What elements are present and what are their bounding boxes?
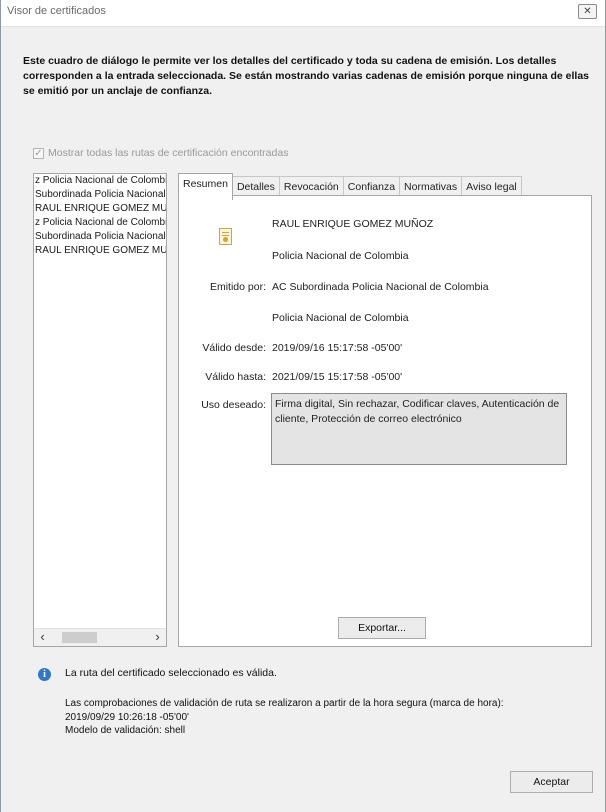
path-status-message: La ruta del certificado seleccionado es … [65,667,277,679]
tree-item[interactable]: z Policia Nacional de Colombia [34,216,166,230]
valid-from-value: 2019/09/16 15:17:58 -05'00' [272,342,403,354]
issued-by-label: Emitido por: [209,281,266,293]
scroll-right-icon[interactable]: › [149,629,166,646]
accept-button[interactable]: Aceptar [510,771,593,793]
show-all-paths-checkbox[interactable]: ✓ [33,147,44,159]
dialog-description: Este cuadro de diálogo le permite ver lo… [23,55,590,97]
validation-details: Las comprobaciones de validación de ruta… [65,697,504,738]
details-tabs: Resumen Detalles Revocación Confianza No… [178,173,592,647]
issuer-name: AC Subordinada Policia Nacional de Colom… [272,281,489,293]
tree-item[interactable]: z Policia Nacional de Colombia [34,174,166,188]
valid-to-value: 2021/09/15 15:17:58 -05'00' [272,371,403,383]
tab-strip: Resumen Detalles Revocación Confianza No… [178,173,522,200]
export-button[interactable]: Exportar... [338,617,426,639]
tree-item[interactable]: RAUL ENRIQUE GOMEZ MUÑOZ [34,202,166,216]
subject-name: RAUL ENRIQUE GOMEZ MUÑOZ [272,218,434,230]
summary-panel: RAUL ENRIQUE GOMEZ MUÑOZ Policia Naciona… [178,195,592,647]
tree-item[interactable]: RAUL ENRIQUE GOMEZ MUÑOZ [34,244,166,258]
validation-time-note: Las comprobaciones de validación de ruta… [65,698,504,709]
certificate-path-tree[interactable]: z Policia Nacional de Colombia Subordina… [33,173,167,647]
tree-item[interactable]: Subordinada Policia Nacional [34,230,166,244]
close-icon: ✕ [583,6,592,17]
title-bar: Visor de certificados ✕ [1,0,605,27]
intended-usage-box: Firma digital, Sin rechazar, Codificar c… [271,393,567,465]
scroll-left-icon[interactable]: ‹ [34,629,51,646]
intended-usage-label: Uso deseado: [201,399,266,411]
show-all-paths-label: Mostrar todas las rutas de certificación… [48,147,289,159]
validation-model: Modelo de validación: shell [65,725,186,736]
tree-item[interactable]: Subordinada Policia Nacional [34,188,166,202]
horizontal-scrollbar[interactable]: ‹ › [34,628,166,646]
scrollbar-thumb[interactable] [62,632,97,643]
validation-timestamp: 2019/09/29 10:26:18 -05'00' [65,711,189,723]
subject-organization: Policia Nacional de Colombia [272,250,409,262]
valid-to-label: Válido hasta: [205,371,266,383]
issuer-organization: Policia Nacional de Colombia [272,312,409,324]
valid-from-label: Válido desde: [202,342,266,354]
certificate-icon [219,228,232,245]
tab-resumen[interactable]: Resumen [178,173,233,200]
show-all-paths-option[interactable]: ✓ Mostrar todas las rutas de certificaci… [33,147,288,159]
window-title: Visor de certificados [7,5,106,17]
info-icon: i [38,668,51,681]
close-button[interactable]: ✕ [578,4,597,19]
certificate-viewer-dialog: Visor de certificados ✕ Este cuadro de d… [0,0,606,812]
